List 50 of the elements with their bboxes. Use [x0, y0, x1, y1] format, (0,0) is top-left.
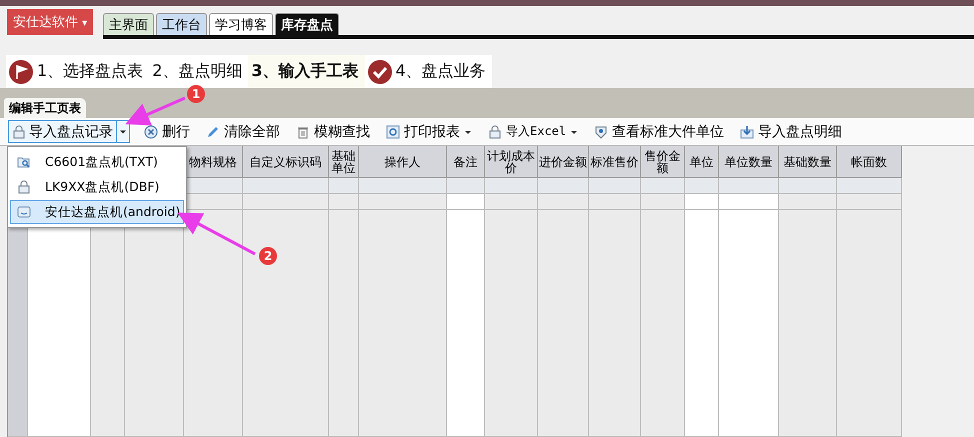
menu-item[interactable]: 安仕达盘点机(android)	[10, 200, 184, 224]
nav-tab[interactable]: 工作台	[156, 13, 208, 35]
menu-item[interactable]: C6601盘点机(TXT)	[10, 150, 184, 174]
device-icon	[17, 205, 31, 219]
page-tab[interactable]: 编辑手工页表	[4, 98, 86, 118]
column-header[interactable]: 计划成本价	[485, 146, 538, 178]
column-header[interactable]: 操作人	[359, 146, 447, 178]
step-tab[interactable]: 3、输入手工表	[248, 55, 365, 88]
app-menu-button[interactable]: 安仕达软件 ▾	[7, 9, 94, 35]
toolbar-button[interactable]: 打印报表	[384, 122, 474, 140]
nav-tab[interactable]: 主界面	[103, 13, 154, 35]
column-header[interactable]: 单位数量	[719, 146, 779, 178]
annotation-arrow	[125, 96, 186, 126]
column-header[interactable]: 帐面数	[837, 146, 902, 178]
lock-icon	[17, 180, 31, 194]
toolbar-button[interactable]: 查看标准大件单位	[592, 122, 726, 140]
import-split-button[interactable]: 导入盘点记录	[8, 120, 130, 143]
toolbar-button[interactable]: 模糊查找	[294, 122, 372, 140]
caret-icon[interactable]	[116, 121, 129, 142]
download-icon	[740, 124, 754, 138]
folder-search-icon	[17, 155, 31, 169]
refresh-icon	[386, 124, 400, 138]
nav-tab[interactable]: 学习博客	[209, 13, 274, 35]
checkmark-icon	[368, 60, 392, 84]
lock-icon	[12, 124, 26, 138]
column-header[interactable]: 基础单位	[329, 146, 359, 178]
column-header[interactable]: 进价金额	[538, 146, 589, 178]
trash-icon	[296, 124, 310, 138]
shield-icon	[594, 124, 608, 138]
step-tab[interactable]: 4、盘点业务	[364, 55, 492, 88]
step-tab[interactable]: 2、盘点明细	[149, 55, 248, 88]
column-header[interactable]: 自定义标识码	[243, 146, 329, 178]
column-header[interactable]: 单位	[685, 146, 719, 178]
column-header[interactable]: 物料规格	[184, 146, 243, 178]
column-header[interactable]: 基础数量	[779, 146, 837, 178]
nav-tab[interactable]: 库存盘点	[275, 13, 340, 35]
step-tab[interactable]: 1、选择盘点表	[6, 55, 150, 88]
column-header[interactable]: 售价金额	[641, 146, 685, 178]
toolbar-button[interactable]: 导入Excel	[486, 123, 580, 140]
toolbar-button[interactable]: 删行	[142, 122, 192, 140]
close-icon	[144, 124, 158, 138]
import-records-label: 导入盘点记录	[29, 122, 113, 140]
menu-item[interactable]: LK9XX盘点机(DBF)	[10, 175, 184, 199]
pencil-icon	[206, 124, 220, 138]
flag-icon	[9, 60, 33, 84]
column-header[interactable]: 标准售价	[589, 146, 641, 178]
lock-icon	[488, 124, 502, 138]
toolbar-button[interactable]: 导入盘点明细	[738, 122, 844, 140]
toolbar-button[interactable]: 清除全部	[204, 122, 282, 140]
column-header[interactable]: 备注	[447, 146, 485, 178]
